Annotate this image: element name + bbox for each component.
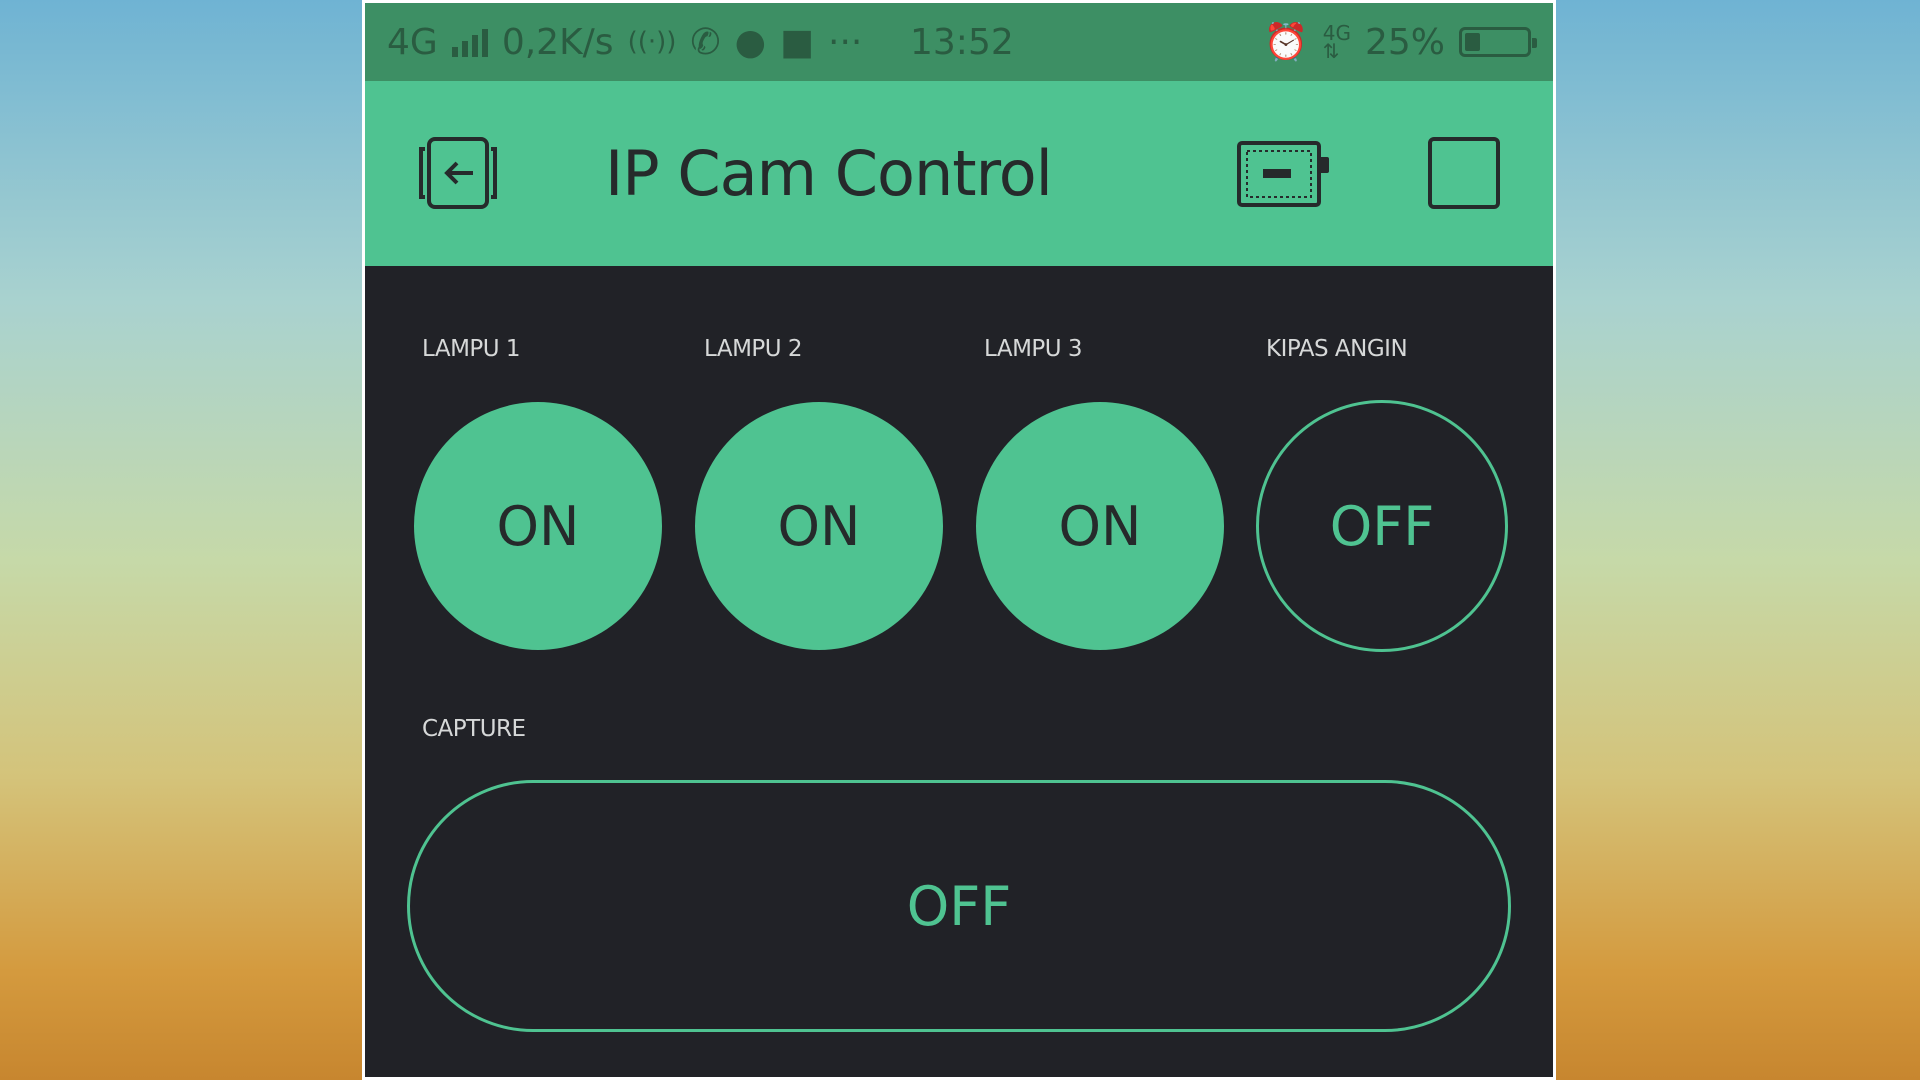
status-right: ⏰ 4G ⇅ 25%: [1263, 21, 1537, 63]
capture-label: CAPTURE: [422, 716, 526, 742]
lampu-1-button[interactable]: ON: [414, 402, 662, 650]
play-stop-icon[interactable]: [1428, 137, 1500, 209]
device-icon[interactable]: [1235, 139, 1333, 209]
vibrate-icon: ((·)): [627, 27, 677, 57]
switch-label-kipas-angin: KIPAS ANGIN: [1266, 336, 1408, 362]
lampu-3-button[interactable]: ON: [976, 402, 1224, 650]
app-title: IP Cam Control: [605, 137, 1053, 210]
capture-button[interactable]: OFF: [407, 780, 1511, 1032]
chat-icon: ●: [734, 21, 766, 63]
battery-fill: [1465, 33, 1480, 51]
switch-label-lampu-1: LAMPU 1: [422, 336, 521, 362]
app-bar: IP Cam Control: [365, 81, 1553, 266]
signal-icon: [451, 27, 488, 57]
lampu-3-state: ON: [1058, 494, 1142, 558]
alarm-icon: ⏰: [1263, 22, 1309, 63]
lampu-2-state: ON: [777, 494, 861, 558]
kipas-angin-button[interactable]: OFF: [1256, 400, 1508, 652]
switch-label-lampu-2: LAMPU 2: [704, 336, 803, 362]
status-left: 4G 0,2K/s ((·)) ✆ ● ■ ···: [387, 22, 862, 63]
exit-project-icon[interactable]: [417, 135, 499, 211]
more-notifications: ···: [828, 21, 863, 63]
phone-screen: 4G 0,2K/s ((·)) ✆ ● ■ ··· 13:52 ⏰ 4G ⇅ 25…: [362, 0, 1556, 1080]
battery-icon: [1459, 27, 1537, 57]
kipas-angin-state: OFF: [1329, 494, 1435, 558]
switch-label-lampu-3: LAMPU 3: [984, 336, 1083, 362]
battery-percent: 25%: [1364, 21, 1445, 63]
data-4g-icon: 4G ⇅: [1322, 21, 1351, 63]
lampu-2-button[interactable]: ON: [695, 402, 943, 650]
clock: 13:52: [910, 21, 1014, 63]
video-icon: ■: [780, 21, 815, 63]
lampu-1-state: ON: [496, 494, 580, 558]
network-speed: 0,2K/s: [501, 21, 614, 63]
capture-state: OFF: [906, 874, 1012, 938]
status-bar: 4G 0,2K/s ((·)) ✆ ● ■ ··· 13:52 ⏰ 4G ⇅ 25…: [365, 3, 1553, 81]
whatsapp-icon: ✆: [690, 21, 721, 63]
network-type: 4G: [387, 21, 438, 63]
